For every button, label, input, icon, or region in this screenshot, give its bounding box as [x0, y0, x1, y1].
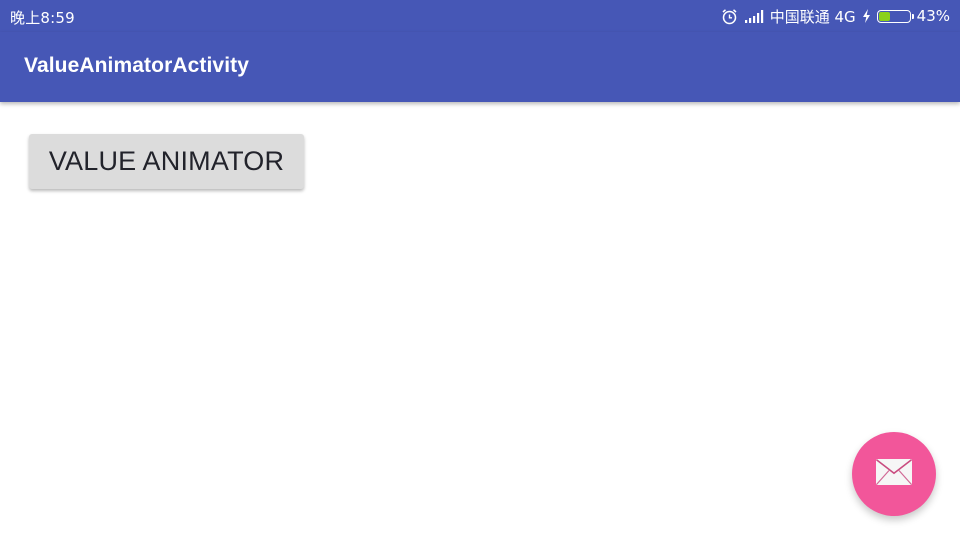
value-animator-button[interactable]: VALUE ANIMATOR — [29, 134, 304, 189]
carrier-label: 中国联通 4G — [769, 7, 856, 26]
mail-icon — [875, 458, 913, 490]
charging-bolt-icon — [862, 9, 871, 23]
battery-icon — [876, 9, 914, 23]
page-title: ValueAnimatorActivity — [24, 54, 249, 77]
status-time: 晚上8:59 — [10, 9, 75, 27]
signal-strength-icon — [744, 9, 764, 23]
app-bar: ValueAnimatorActivity — [0, 32, 960, 102]
mail-fab-button[interactable] — [852, 432, 936, 516]
battery-percent: 43% — [916, 7, 950, 25]
status-icons: 中国联通 4G 43% — [721, 6, 950, 26]
battery-level-fill — [878, 11, 891, 21]
status-bar: 晚上8:59 中国联通 4G 43% — [0, 0, 960, 32]
alarm-clock-icon — [721, 8, 738, 25]
